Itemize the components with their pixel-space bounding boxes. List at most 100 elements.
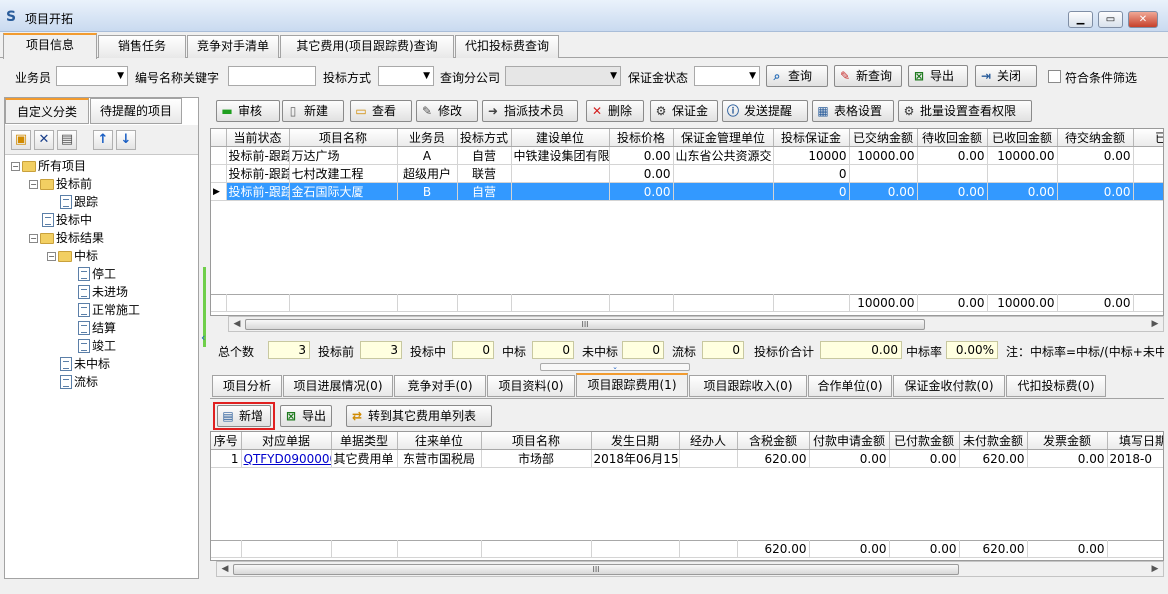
tree-node[interactable]: − 所有项目: [11, 157, 196, 175]
column-header[interactable]: 往来单位: [397, 432, 482, 450]
add-fee-button[interactable]: ▤ 新增: [217, 405, 271, 427]
project-grid-hscroll[interactable]: ◀ III ▶: [228, 316, 1164, 332]
export-fee-button[interactable]: ⊠ 导出: [280, 405, 332, 427]
tab-other-fees[interactable]: 其它费用(项目跟踪费)查询: [280, 35, 454, 58]
tab-competitors[interactable]: 竞争对手清单: [187, 35, 279, 58]
expand-toggle-icon[interactable]: −: [29, 179, 38, 189]
export-button[interactable]: ⊠ 导出: [908, 65, 968, 87]
send-reminder-button[interactable]: ⓘ 发送提醒: [722, 100, 808, 122]
table-row[interactable]: 投标前-跟踪 万达广场 A 自营 中铁建设集团有限 0.00 山东省公共资源交 10000 10…: [211, 146, 1163, 165]
tab-competitor[interactable]: 竞争对手(0): [394, 375, 486, 397]
requery-button[interactable]: ✎ 新查询: [834, 65, 902, 87]
column-header[interactable]: 当前状态: [226, 129, 290, 147]
table-row[interactable]: ▶ 投标前-跟踪 金石国际大厦 B 自营 0.00 0 0.00 0.00 0.00 0.00: [211, 182, 1163, 201]
add-folder-icon[interactable]: ▣: [11, 130, 31, 150]
maximize-button[interactable]: ▭: [1098, 11, 1123, 28]
bid-method-combo[interactable]: ▼: [378, 66, 434, 86]
transfer-list-button[interactable]: ⇄ 转到其它费用单列表: [346, 405, 492, 427]
document-link[interactable]: QTFYD090000006: [241, 449, 332, 468]
deposit-button[interactable]: ⚙ 保证金: [650, 100, 718, 122]
column-header[interactable]: 发生日期: [591, 432, 680, 450]
edit-button[interactable]: ✎ 修改: [416, 100, 478, 122]
fee-grid-hscroll[interactable]: ◀ III ▶: [216, 561, 1164, 577]
keyword-input[interactable]: [228, 66, 316, 86]
edit-doc-icon[interactable]: ▤: [57, 130, 77, 150]
scroll-right-icon[interactable]: ▶: [1148, 318, 1162, 331]
column-header[interactable]: 对应单据: [241, 432, 332, 450]
scroll-right-icon[interactable]: ▶: [1148, 563, 1162, 576]
expand-toggle-icon[interactable]: −: [29, 233, 38, 243]
tree-node[interactable]: 正常施工: [11, 301, 196, 319]
column-header[interactable]: 未付款金额: [959, 432, 1028, 450]
tab-bid-fee-query[interactable]: 代扣投标费查询: [455, 35, 559, 58]
tab-tracking-income[interactable]: 项目跟踪收入(0): [689, 375, 807, 397]
scroll-left-icon[interactable]: ◀: [218, 563, 232, 576]
column-header[interactable]: 建设单位: [511, 129, 610, 147]
tree-node[interactable]: 流标: [11, 373, 196, 391]
table-settings-button[interactable]: ▦ 表格设置: [812, 100, 894, 122]
column-header[interactable]: 投标方式: [457, 129, 512, 147]
column-header[interactable]: 填写日期: [1107, 432, 1163, 450]
column-header[interactable]: 经办人: [679, 432, 738, 450]
tree-node[interactable]: 未进场: [11, 283, 196, 301]
tab-progress[interactable]: 项目进展情况(0): [283, 375, 393, 397]
delete-icon[interactable]: ✕: [34, 130, 54, 150]
delete-button[interactable]: ✕ 删除: [586, 100, 644, 122]
move-down-icon[interactable]: ↓: [116, 130, 136, 150]
fee-scroll-thumb[interactable]: III: [233, 564, 959, 575]
column-header[interactable]: 保证金管理单位: [673, 129, 774, 147]
review-button[interactable]: ▬ 审核: [216, 100, 280, 122]
column-header[interactable]: 含税金额: [737, 432, 810, 450]
close-button[interactable]: ⇥ 关闭: [975, 65, 1037, 87]
column-header[interactable]: 业务员: [397, 129, 458, 147]
new-project-button[interactable]: ▯ 新建: [282, 100, 344, 122]
column-header[interactable]: 待交纳金额: [1057, 129, 1134, 147]
batch-permission-button[interactable]: ⚙ 批量设置查看权限: [898, 100, 1032, 122]
splitter-collapse-icon[interactable]: ⌄: [540, 363, 690, 371]
close-window-button[interactable]: ✕: [1128, 11, 1158, 28]
column-header[interactable]: 已收回金额: [987, 129, 1058, 147]
tab-materials[interactable]: 项目资料(0): [487, 375, 575, 397]
deposit-status-combo[interactable]: ▼: [694, 66, 760, 86]
tab-partners[interactable]: 合作单位(0): [808, 375, 892, 397]
tree-node[interactable]: 跟踪: [11, 193, 196, 211]
expand-toggle-icon[interactable]: −: [47, 251, 56, 261]
branch-combo[interactable]: ▼: [505, 66, 621, 86]
tree-node[interactable]: − 中标: [11, 247, 196, 265]
table-row[interactable]: 1QTFYD090000006其它费用单东营市国税局市场部2018年06月15日…: [211, 449, 1163, 468]
minimize-button[interactable]: ▁: [1068, 11, 1093, 28]
match-filter-checkbox[interactable]: [1048, 70, 1061, 83]
query-button[interactable]: ⌕ 查询: [766, 65, 828, 87]
column-header[interactable]: 单据类型: [331, 432, 398, 450]
column-header[interactable]: 项目名称: [289, 129, 398, 147]
pane-splitter[interactable]: ‹: [201, 97, 209, 579]
expand-toggle-icon[interactable]: −: [11, 161, 20, 171]
tab-deposit-payments[interactable]: 保证金收付款(0): [893, 375, 1005, 397]
tree-node[interactable]: − 投标前: [11, 175, 196, 193]
column-header[interactable]: 发票金额: [1027, 432, 1108, 450]
tree-node[interactable]: 结算: [11, 319, 196, 337]
tab-reminder-projects[interactable]: 待提醒的项目: [90, 98, 182, 124]
table-row[interactable]: 投标前-跟踪 七村改建工程 超级用户 联营 0.00 0: [211, 164, 1163, 183]
project-scroll-thumb[interactable]: III: [245, 319, 925, 330]
view-button[interactable]: ▭ 查看: [350, 100, 412, 122]
tree-node[interactable]: − 投标结果: [11, 229, 196, 247]
tab-project-info[interactable]: 项目信息: [3, 33, 97, 59]
column-header[interactable]: 项目名称: [481, 432, 592, 450]
salesman-combo[interactable]: ▼: [56, 66, 128, 86]
tab-sales-task[interactable]: 销售任务: [98, 35, 186, 58]
column-header[interactable]: 投标价格: [609, 129, 674, 147]
column-header[interactable]: 已交纳金额: [849, 129, 918, 147]
collapse-left-icon[interactable]: ‹: [201, 331, 205, 344]
column-header[interactable]: 已付款金额: [889, 432, 960, 450]
tree-node[interactable]: 停工: [11, 265, 196, 283]
tree-node[interactable]: 未中标: [11, 355, 196, 373]
assign-tech-button[interactable]: ➜ 指派技术员: [482, 100, 578, 122]
tab-tracking-fees[interactable]: 项目跟踪费用(1): [576, 373, 688, 397]
column-header[interactable]: 序号: [211, 432, 242, 450]
column-header[interactable]: 待收回金额: [917, 129, 988, 147]
tab-custom-category[interactable]: 自定义分类: [5, 98, 89, 124]
column-header[interactable]: 投标保证金: [773, 129, 850, 147]
tab-bid-fee-deduction[interactable]: 代扣投标费(0): [1006, 375, 1106, 397]
scroll-left-icon[interactable]: ◀: [230, 318, 244, 331]
